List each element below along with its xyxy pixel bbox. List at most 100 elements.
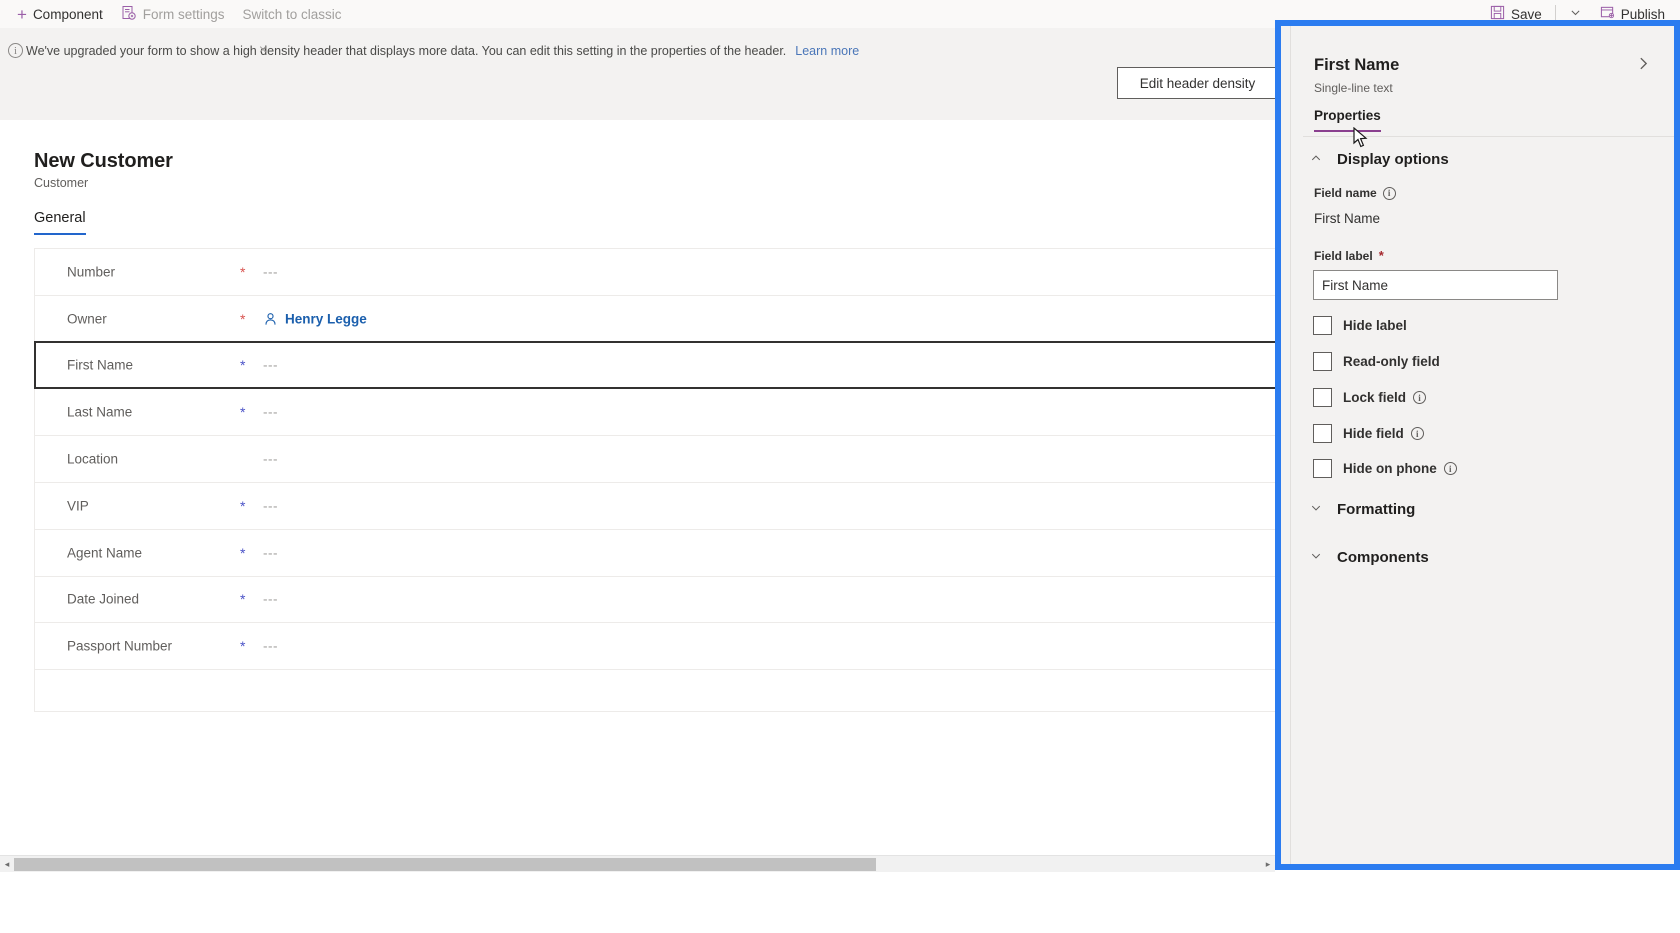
checkbox-label-group: Hide on phone i — [1343, 461, 1457, 476]
form-field-label: Location — [67, 451, 119, 467]
info-icon[interactable]: i — [1410, 427, 1424, 440]
command-bar-left-group: + Component Form settings Switch to clas… — [0, 0, 351, 28]
form-settings-button[interactable]: Form settings — [112, 0, 234, 28]
checkbox[interactable] — [1313, 388, 1332, 407]
properties-panel: First Name Single-line text Properties D… — [1281, 26, 1674, 864]
form-field-value: --- — [263, 498, 278, 514]
business-required-asterisk: * — [240, 497, 246, 514]
checkbox-label-group: Lock field i — [1343, 390, 1427, 405]
section-header-formatting[interactable]: Formatting — [1310, 501, 1415, 518]
scroll-right-arrow-icon[interactable]: ▸ — [1261, 858, 1275, 871]
owner-name: Henry Legge — [285, 311, 367, 327]
panel-left-gutter — [1281, 26, 1291, 864]
scrollbar-thumb[interactable] — [14, 858, 876, 871]
panel-title: First Name — [1314, 56, 1400, 74]
add-component-label: Component — [32, 6, 103, 22]
info-icon: i — [8, 43, 23, 58]
checkbox-label: Lock field — [1343, 390, 1407, 405]
field-name-label: Field name — [1314, 186, 1377, 200]
info-icon[interactable]: i — [1413, 391, 1427, 404]
form-field-row[interactable]: First Name * --- — [34, 340, 1275, 390]
chevron-right-icon[interactable] — [1635, 55, 1652, 77]
section-header-components[interactable]: Components — [1310, 549, 1429, 566]
section-header-display-options[interactable]: Display options — [1310, 151, 1449, 168]
form-tab-strip: General — [34, 210, 86, 235]
edit-header-density-button[interactable]: Edit header density — [1117, 67, 1278, 99]
checkbox-label: Hide field — [1343, 426, 1404, 441]
form-field-row[interactable]: Number * --- — [35, 248, 1275, 295]
panel-divider — [1303, 136, 1674, 137]
chevron-down-icon — [1310, 502, 1322, 517]
panel-subtitle: Single-line text — [1314, 81, 1393, 95]
form-field-value: --- — [263, 357, 278, 373]
close-icon[interactable]: × — [254, 41, 272, 57]
form-field-list-footer — [35, 669, 1275, 711]
checkbox[interactable] — [1313, 316, 1332, 335]
business-required-asterisk: * — [240, 357, 246, 374]
form-field-value: --- — [263, 404, 278, 420]
properties-panel-highlight-frame: First Name Single-line text Properties D… — [1275, 20, 1680, 870]
tab-properties[interactable]: Properties — [1314, 108, 1381, 132]
form-field-label: VIP — [67, 498, 89, 514]
notification-message: We've upgraded your form to show a high … — [26, 44, 787, 58]
business-required-asterisk: * — [240, 544, 246, 561]
form-field-row[interactable]: Agent Name * --- — [35, 528, 1275, 576]
form-field-value: --- — [263, 591, 278, 607]
checkbox-row[interactable]: Lock field i — [1313, 388, 1427, 407]
tab-general[interactable]: General — [34, 210, 86, 235]
horizontal-scrollbar[interactable]: ◂ ▸ — [0, 855, 1275, 872]
form-field-value: --- — [263, 638, 278, 654]
person-icon — [263, 311, 278, 326]
checkbox-label-group: Read-only field — [1343, 354, 1440, 369]
switch-to-classic-button[interactable]: Switch to classic — [234, 0, 351, 28]
page-title: New Customer — [34, 150, 173, 172]
form-field-label: Date Joined — [67, 591, 140, 607]
checkbox[interactable] — [1313, 459, 1332, 478]
required-asterisk: * — [240, 310, 246, 327]
form-field-label: Owner — [67, 311, 107, 327]
form-field-label: First Name — [67, 357, 134, 373]
section-title-display-options: Display options — [1337, 151, 1449, 168]
checkbox-row[interactable]: Hide on phone i — [1313, 459, 1457, 478]
checkbox-row[interactable]: Hide label — [1313, 316, 1407, 335]
info-icon[interactable]: i — [1443, 462, 1457, 475]
checkbox[interactable] — [1313, 352, 1332, 371]
form-field-list: Number * --- Owner * Henry Legge First Name * --… — [34, 248, 1275, 713]
business-required-asterisk: * — [240, 638, 246, 655]
checkbox-row[interactable]: Hide field i — [1313, 424, 1424, 443]
form-preview-card: New Customer Customer General Number * ---… — [14, 132, 1275, 812]
form-field-label: Number — [67, 264, 116, 280]
scroll-left-arrow-icon[interactable]: ◂ — [0, 858, 14, 871]
business-required-asterisk: * — [240, 591, 246, 608]
form-field-owner-value[interactable]: Henry Legge — [263, 311, 367, 326]
field-name-label-group: Field name i — [1314, 186, 1396, 200]
form-field-row[interactable]: Date Joined * --- — [35, 575, 1275, 623]
switch-to-classic-label: Switch to classic — [242, 6, 342, 22]
form-field-row[interactable]: VIP * --- — [35, 481, 1275, 529]
checkbox[interactable] — [1313, 424, 1332, 443]
checkbox-label: Read-only field — [1343, 354, 1440, 369]
business-required-asterisk: * — [240, 404, 246, 421]
field-label-input[interactable] — [1313, 270, 1558, 300]
form-field-row[interactable]: Last Name * --- — [35, 388, 1275, 435]
form-field-value: --- — [263, 451, 278, 467]
panel-tab-strip: Properties — [1314, 108, 1381, 132]
form-settings-icon — [121, 5, 137, 24]
form-field-label: Last Name — [67, 404, 133, 420]
checkbox-row[interactable]: Read-only field — [1313, 352, 1440, 371]
chevron-up-icon — [1310, 152, 1322, 167]
add-component-button[interactable]: + Component — [8, 0, 112, 28]
required-asterisk: * — [1378, 248, 1384, 263]
learn-more-link[interactable]: Learn more — [795, 44, 859, 58]
field-label-label: Field label — [1314, 248, 1373, 263]
form-canvas: New Customer Customer General Number * ---… — [0, 120, 1275, 855]
checkbox-label-group: Hide label — [1343, 318, 1407, 333]
section-title-components: Components — [1337, 549, 1429, 566]
form-field-row[interactable]: Owner * Henry Legge — [35, 294, 1275, 342]
info-icon[interactable]: i — [1382, 186, 1396, 200]
section-title-formatting: Formatting — [1337, 501, 1416, 518]
form-field-row[interactable]: Location --- — [35, 435, 1275, 482]
form-field-row[interactable]: Passport Number * --- — [35, 622, 1275, 669]
form-entity-subtitle: Customer — [34, 176, 89, 190]
form-field-value: --- — [263, 545, 278, 561]
